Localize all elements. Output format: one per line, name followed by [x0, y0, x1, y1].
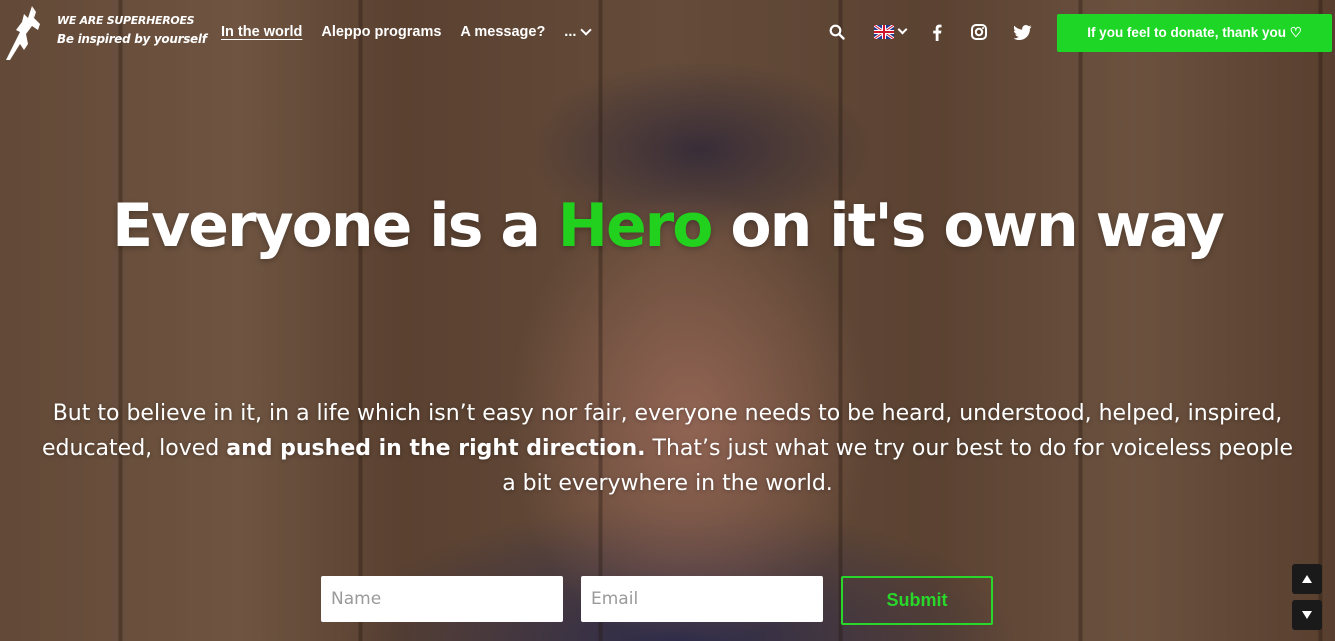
hero-headline: Everyone is a Hero on it's own way [0, 186, 1335, 266]
headline-part-2: on it's own way [711, 191, 1225, 261]
language-chevron-down-icon[interactable] [897, 24, 908, 35]
superhero-logo-icon [6, 6, 40, 60]
headline-highlight: Hero [557, 191, 714, 261]
nav-item-in-the-world[interactable]: In the world [221, 22, 302, 42]
brand-title: WE ARE SUPERHEROES [57, 14, 195, 27]
submit-button[interactable]: Submit [841, 576, 993, 625]
arrow-up-icon [1302, 575, 1312, 583]
background-overlay [0, 0, 1335, 641]
nav-item-more[interactable]: ... [564, 22, 593, 42]
search-icon[interactable] [826, 22, 848, 42]
facebook-icon[interactable] [926, 22, 948, 42]
email-input[interactable] [581, 576, 823, 622]
chevron-down-icon [580, 24, 593, 36]
arrow-down-icon [1302, 611, 1312, 619]
lead-bold-text: and pushed in the right direction. [226, 436, 646, 461]
nav-item-a-message[interactable]: A message? [460, 22, 545, 42]
scroll-up-button[interactable] [1292, 564, 1322, 594]
name-input[interactable] [321, 576, 563, 622]
instagram-icon[interactable] [968, 22, 990, 42]
scroll-down-button[interactable] [1292, 600, 1322, 630]
nav-item-aleppo-programs[interactable]: Aleppo programs [321, 22, 441, 42]
hero-lead-paragraph: But to believe in it, in a life which is… [40, 396, 1295, 501]
site-logo[interactable]: WE ARE SUPERHEROES Be inspired by yourse… [2, 4, 212, 62]
nav-more-label: ... [564, 24, 577, 40]
twitter-icon[interactable] [1012, 22, 1034, 42]
headline-part-1: Everyone is a [112, 191, 558, 261]
brand-tagline: Be inspired by yourself [57, 32, 207, 46]
site-header: WE ARE SUPERHEROES Be inspired by yourse… [0, 0, 1335, 64]
donate-button[interactable]: If you feel to donate, thank you ♡ [1057, 14, 1332, 52]
main-nav: In the world Aleppo programs A message? … [221, 22, 609, 42]
uk-flag-icon[interactable] [874, 25, 894, 39]
